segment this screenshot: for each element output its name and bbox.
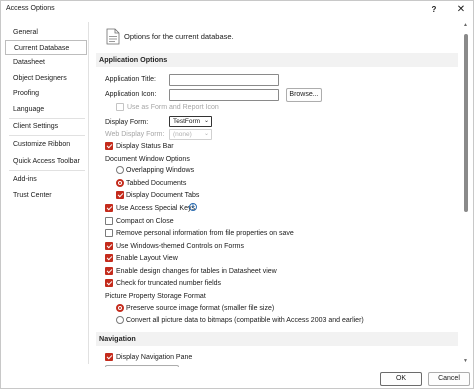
nav-item-current-database[interactable]: Current Database	[5, 40, 87, 55]
display-status-bar-label: Display Status Bar	[116, 143, 174, 150]
app-title-label: Application Title:	[105, 76, 156, 83]
options-content: Options for the current database. Applic…	[94, 22, 460, 367]
preserve-source-label: Preserve source image format (smaller fi…	[126, 305, 275, 312]
use-as-icon-checkbox[interactable]	[116, 103, 124, 111]
remove-personal-info-checkbox[interactable]	[105, 229, 113, 237]
compact-on-close-checkbox[interactable]	[105, 217, 113, 225]
nav-divider	[9, 135, 85, 136]
vertical-scrollbar[interactable]: ▲ ▼	[461, 22, 470, 367]
nav-item-language[interactable]: Language	[5, 102, 87, 117]
special-keys-label: Use Access Special Keys	[116, 205, 195, 212]
nav-item-general[interactable]: General	[5, 25, 87, 40]
close-button[interactable]: ✕	[453, 3, 469, 16]
section-application-options: Application Options	[96, 53, 458, 67]
display-form-value: TestForm	[173, 118, 201, 125]
preserve-source-radio[interactable]	[116, 304, 124, 312]
tabbed-documents-radio[interactable]	[116, 179, 124, 187]
nav-item-datasheet[interactable]: Datasheet	[5, 55, 87, 70]
nav-item-proofing[interactable]: Proofing	[5, 86, 87, 101]
convert-bitmaps-label: Convert all picture data to bitmaps (com…	[126, 317, 364, 324]
windows-themed-controls-checkbox[interactable]	[105, 242, 113, 250]
display-nav-pane-label: Display Navigation Pane	[116, 354, 193, 361]
layout-view-label: Enable Layout View	[116, 255, 178, 262]
chevron-down-icon: ⌄	[203, 118, 209, 124]
compact-on-close-label: Compact on Close	[116, 218, 174, 225]
web-display-form-select[interactable]: (none) ⌄	[169, 129, 212, 140]
display-doc-tabs-label: Display Document Tabs	[126, 192, 200, 199]
nav-item-client-settings[interactable]: Client Settings	[5, 119, 87, 134]
web-display-form-value: (none)	[173, 131, 192, 138]
display-status-bar-checkbox[interactable]	[105, 142, 113, 150]
nav-divider	[9, 170, 85, 171]
tabbed-documents-label: Tabbed Documents	[126, 180, 187, 187]
options-nav: General Current Database Datasheet Objec…	[3, 22, 89, 364]
help-button[interactable]: ?	[426, 3, 442, 16]
page-icon	[106, 28, 120, 45]
display-form-select[interactable]: TestForm ⌄	[169, 116, 212, 127]
browse-button[interactable]: Browse...	[286, 88, 322, 102]
windows-themed-controls-label: Use Windows-themed Controls on Forms	[116, 243, 244, 250]
cancel-button[interactable]: Cancel	[428, 372, 470, 386]
overlapping-windows-label: Overlapping Windows	[126, 167, 195, 174]
design-changes-checkbox[interactable]	[105, 267, 113, 275]
nav-item-add-ins[interactable]: Add-ins	[5, 172, 87, 187]
ok-button[interactable]: OK	[380, 372, 422, 386]
title-bar: Access Options ? ✕	[1, 1, 474, 18]
chevron-down-icon: ⌄	[203, 131, 209, 137]
design-changes-label: Enable design changes for tables in Data…	[116, 268, 277, 275]
section-navigation: Navigation	[96, 332, 458, 346]
special-keys-checkbox[interactable]	[105, 204, 113, 212]
doc-window-options-label: Document Window Options	[105, 156, 190, 163]
dialog-title: Access Options	[6, 5, 55, 12]
nav-item-quick-access-toolbar[interactable]: Quick Access Toolbar	[5, 154, 87, 169]
scroll-thumb[interactable]	[464, 34, 468, 212]
remove-personal-info-label: Remove personal information from file pr…	[116, 230, 294, 237]
app-icon-input[interactable]	[169, 89, 279, 101]
app-icon-label: Application Icon:	[105, 91, 157, 98]
truncated-fields-checkbox[interactable]	[105, 279, 113, 287]
scroll-down-icon[interactable]: ▼	[463, 358, 468, 364]
overlapping-windows-radio[interactable]	[116, 166, 124, 174]
display-doc-tabs-checkbox[interactable]	[116, 191, 124, 199]
nav-item-object-designers[interactable]: Object Designers	[5, 71, 87, 86]
app-title-input[interactable]	[169, 74, 279, 86]
nav-item-trust-center[interactable]: Trust Center	[5, 188, 87, 203]
scroll-up-icon[interactable]: ▲	[463, 22, 468, 28]
header-text: Options for the current database.	[124, 32, 234, 41]
picture-storage-label: Picture Property Storage Format	[105, 293, 206, 300]
use-as-icon-label: Use as Form and Report Icon	[127, 104, 219, 111]
navigation-options-button[interactable]	[105, 365, 179, 367]
info-icon[interactable]: i	[189, 203, 197, 211]
display-form-label: Display Form:	[105, 119, 149, 126]
display-nav-pane-checkbox[interactable]	[105, 353, 113, 361]
convert-bitmaps-radio[interactable]	[116, 316, 124, 324]
truncated-fields-label: Check for truncated number fields	[116, 280, 222, 287]
web-display-form-label: Web Display Form:	[105, 131, 165, 138]
access-options-dialog: Access Options ? ✕ General Current Datab…	[0, 0, 474, 389]
nav-item-customize-ribbon[interactable]: Customize Ribbon	[5, 137, 87, 152]
layout-view-checkbox[interactable]	[105, 254, 113, 262]
